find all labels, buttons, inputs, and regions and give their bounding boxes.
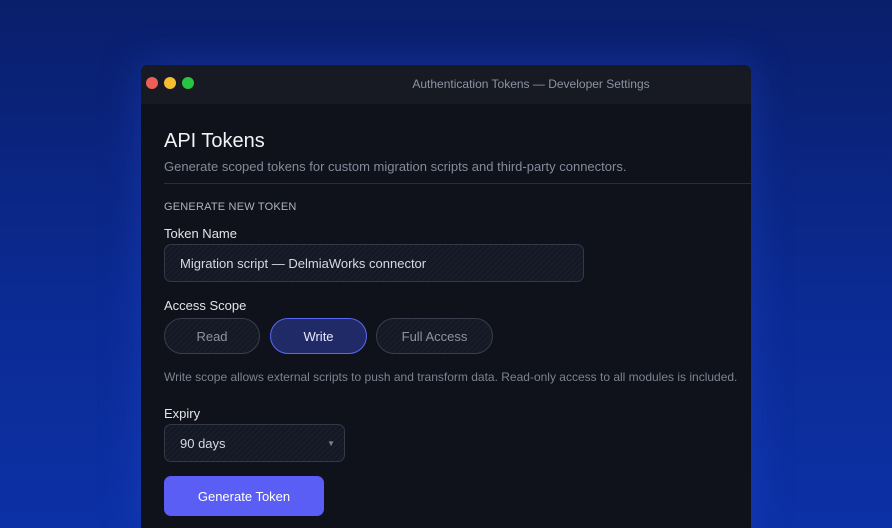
token-name-input[interactable] (164, 244, 584, 282)
expiry-select[interactable]: 90 days ▼ (164, 424, 345, 462)
scope-option-write[interactable]: Write (270, 318, 367, 354)
header-divider (164, 183, 751, 184)
page-subtitle: Generate scoped tokens for custom migrat… (164, 159, 627, 174)
expiry-selected-value: 90 days (180, 435, 226, 451)
title-bar: Authentication Tokens — Developer Settin… (141, 65, 751, 104)
page-title: API Tokens (164, 130, 265, 152)
settings-window: Authentication Tokens — Developer Settin… (141, 65, 751, 528)
scope-help-text: Write scope allows external scripts to p… (164, 370, 738, 384)
window-title: Authentication Tokens — Developer Settin… (412, 77, 650, 91)
section-heading: GENERATE NEW TOKEN (164, 201, 297, 213)
scope-option-read[interactable]: Read (164, 318, 260, 354)
token-name-label: Token Name (164, 226, 237, 241)
scope-option-full-access[interactable]: Full Access (376, 318, 493, 354)
chevron-down-icon: ▼ (327, 439, 335, 448)
access-scope-label: Access Scope (164, 298, 247, 313)
generate-token-button[interactable]: Generate Token (164, 476, 324, 516)
expiry-label: Expiry (164, 406, 201, 421)
